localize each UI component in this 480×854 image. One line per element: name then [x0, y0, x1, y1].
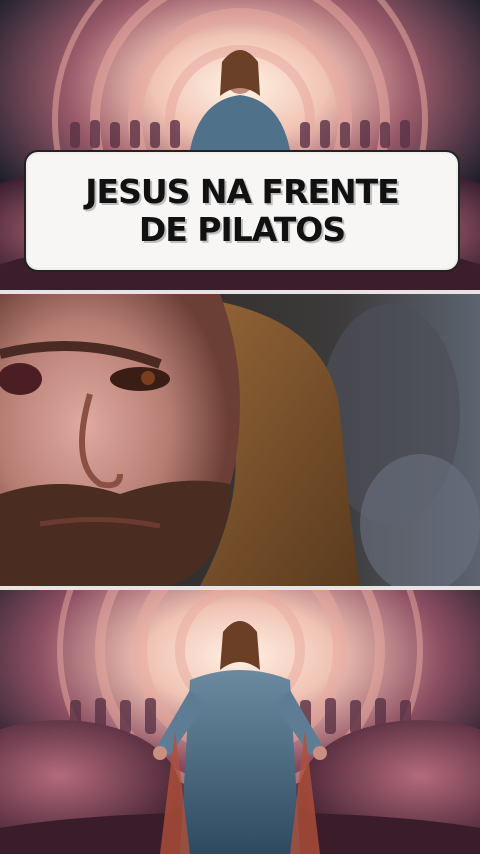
heaven-illustration-bottom: [0, 590, 480, 854]
face-closeup-image: [0, 294, 480, 586]
bottom-heaven-panel: [0, 590, 480, 854]
face-closeup-panel: [0, 294, 480, 586]
title-line-1: JESUS NA FRENTE: [85, 172, 399, 211]
title-line-2: DE PILATOS: [138, 210, 346, 249]
top-heaven-panel: JESUS NA FRENTE DE PILATOS: [0, 0, 480, 290]
title-card: JESUS NA FRENTE DE PILATOS: [24, 150, 460, 272]
